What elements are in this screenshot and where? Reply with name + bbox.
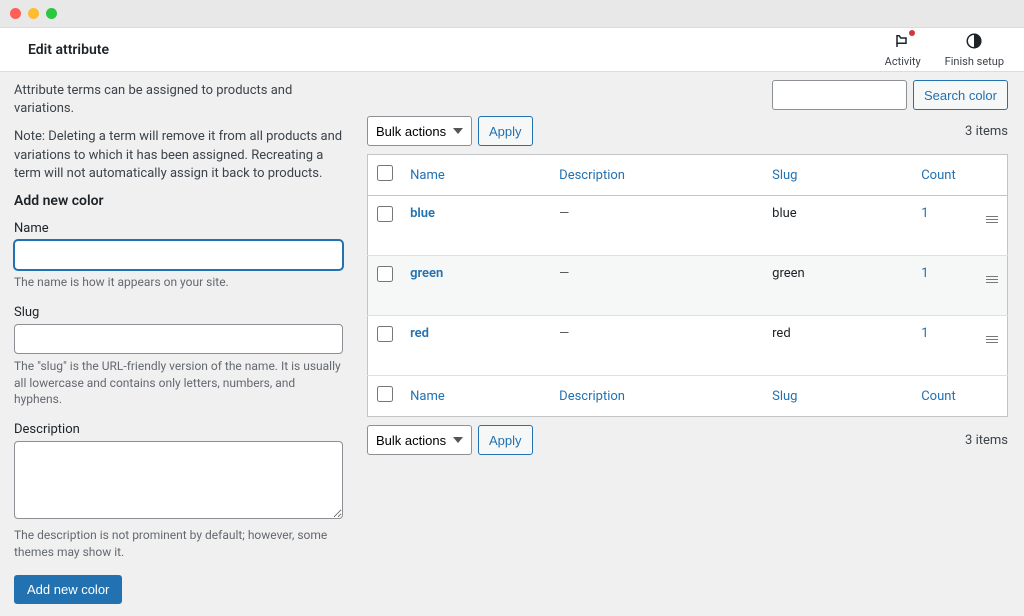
header-slug[interactable]: Slug [772, 168, 797, 183]
bulk-actions-select-top[interactable]: Bulk actions [367, 116, 472, 146]
add-term-form: Attribute terms can be assigned to produ… [0, 72, 355, 616]
name-help: The name is how it appears on your site. [14, 274, 343, 291]
search-button[interactable]: Search color [913, 80, 1008, 110]
term-slug: green [772, 266, 805, 281]
terms-table: Name Description Slug Count blue—blue1gr… [367, 154, 1008, 417]
description-label: Description [14, 422, 343, 437]
intro-text: Attribute terms can be assigned to produ… [14, 82, 343, 118]
items-count-top: 3 items [965, 124, 1008, 139]
row-checkbox[interactable] [377, 266, 393, 282]
header-description[interactable]: Description [559, 168, 625, 183]
activity-icon [894, 32, 912, 53]
term-count[interactable]: 1 [921, 206, 928, 221]
select-all-top[interactable] [377, 165, 393, 181]
slug-input[interactable] [14, 324, 343, 354]
drag-handle-icon[interactable] [986, 216, 998, 223]
activity-button[interactable]: Activity [885, 32, 921, 68]
window-close-icon[interactable] [10, 8, 21, 19]
term-description: — [559, 266, 569, 281]
drag-handle-icon[interactable] [986, 336, 998, 343]
window-zoom-icon[interactable] [46, 8, 57, 19]
select-all-bottom[interactable] [377, 386, 393, 402]
search-input[interactable] [772, 80, 907, 110]
slug-label: Slug [14, 305, 343, 320]
term-link[interactable]: blue [410, 206, 435, 221]
footer-name[interactable]: Name [410, 389, 445, 404]
table-row: green — green 1 [368, 256, 1008, 316]
row-checkbox[interactable] [377, 326, 393, 342]
finish-setup-button[interactable]: Finish setup [945, 32, 1004, 68]
drag-handle-icon[interactable] [986, 276, 998, 283]
activity-label: Activity [885, 55, 921, 68]
description-help: The description is not prominent by defa… [14, 527, 343, 561]
term-link[interactable]: red [410, 326, 429, 341]
slug-help: The "slug" is the URL-friendly version o… [14, 358, 343, 408]
table-row: blue — blue 1 [368, 196, 1008, 256]
progress-icon [965, 32, 983, 53]
term-link[interactable]: green [410, 266, 443, 281]
form-heading: Add new color [14, 193, 343, 209]
terms-panel: Search color Bulk actions Apply 3 items … [355, 72, 1024, 616]
term-slug: red [772, 326, 791, 341]
finish-setup-label: Finish setup [945, 55, 1004, 68]
name-input[interactable] [14, 240, 343, 270]
items-count-bottom: 3 items [965, 433, 1008, 448]
window-chrome [0, 0, 1024, 28]
term-slug: blue [772, 206, 797, 221]
window-minimize-icon[interactable] [28, 8, 39, 19]
term-description: — [559, 326, 569, 341]
row-checkbox[interactable] [377, 206, 393, 222]
description-input[interactable] [14, 441, 343, 519]
header-name[interactable]: Name [410, 168, 445, 183]
apply-button-top[interactable]: Apply [478, 116, 533, 146]
footer-description[interactable]: Description [559, 389, 625, 404]
page-title: Edit attribute [28, 42, 109, 58]
term-description: — [559, 206, 569, 221]
bulk-actions-select-bottom[interactable]: Bulk actions [367, 425, 472, 455]
header-count[interactable]: Count [921, 168, 955, 183]
submit-button[interactable]: Add new color [14, 575, 122, 604]
term-count[interactable]: 1 [921, 266, 928, 281]
name-label: Name [14, 221, 343, 236]
apply-button-bottom[interactable]: Apply [478, 425, 533, 455]
topbar: Edit attribute Activity Finish setup [0, 28, 1024, 72]
term-count[interactable]: 1 [921, 326, 928, 341]
note-text: Note: Deleting a term will remove it fro… [14, 128, 343, 183]
table-row: red — red 1 [368, 316, 1008, 376]
footer-slug[interactable]: Slug [772, 389, 797, 404]
footer-count[interactable]: Count [921, 389, 955, 404]
